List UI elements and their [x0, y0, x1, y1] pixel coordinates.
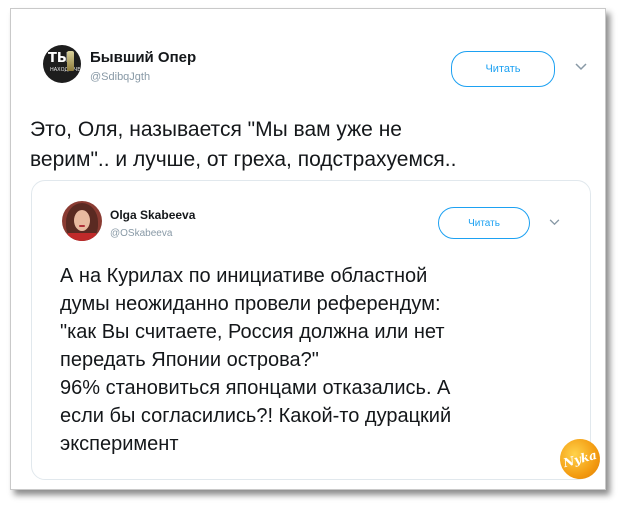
- avatar-text-bottom: НАХОДИ ЧЕ: [50, 67, 81, 73]
- author-name[interactable]: Бывший Опер: [90, 49, 196, 66]
- avatar-clothing: [68, 233, 96, 241]
- glass-icon: [67, 51, 74, 71]
- avatar-lips: [79, 225, 85, 227]
- author-avatar[interactable]: ТЫ НАХОДИ ЧЕ: [43, 45, 81, 83]
- quoted-text-line: "как Вы считаете, Россия должна или нет: [60, 321, 445, 343]
- quoted-tweet-text: А на Курилах по инициативе областной дум…: [60, 262, 580, 458]
- quoted-author-avatar[interactable]: [62, 201, 102, 241]
- quoted-text-line: 96% становиться японцами отказались. А: [60, 377, 451, 399]
- quoted-text-line: если бы согласились?! Какой-то дурацкий: [60, 405, 452, 427]
- quoted-text-line: эксперимент: [60, 433, 179, 455]
- quoted-author-handle[interactable]: @OSkabeeva: [110, 228, 172, 239]
- tweet-text-line: верим".. и лучше, от греха, подстрахуемс…: [30, 148, 457, 171]
- quoted-text-line: думы неожиданно провели референдум:: [60, 293, 441, 315]
- quoted-author-name[interactable]: Olga Skabeeva: [110, 208, 195, 222]
- chevron-down-icon[interactable]: [575, 60, 587, 74]
- quoted-follow-button[interactable]: Читать: [438, 207, 530, 239]
- author-handle[interactable]: @SdibqJgth: [90, 71, 150, 83]
- follow-button[interactable]: Читать: [451, 51, 555, 87]
- quoted-text-line: А на Курилах по инициативе областной: [60, 265, 428, 287]
- avatar-face: [74, 210, 90, 231]
- tweet-text-line: Это, Оля, называется "Мы вам уже не: [30, 118, 402, 141]
- quoted-text-line: передать Японии острова?": [60, 349, 319, 371]
- tweet-text: Это, Оля, называется "Мы вам уже не вери…: [30, 115, 600, 175]
- quoted-chevron-down-icon[interactable]: [549, 217, 560, 229]
